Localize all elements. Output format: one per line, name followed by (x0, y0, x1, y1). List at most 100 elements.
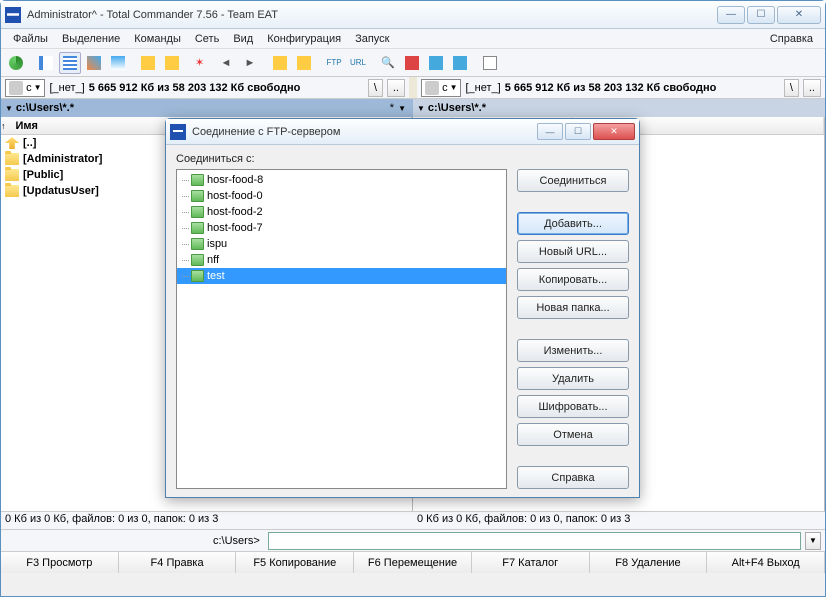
menu-commands[interactable]: Команды (128, 31, 187, 47)
left-drive-panel: c▼ [_нет_] 5 665 912 Кб из 58 203 132 Кб… (1, 77, 409, 98)
right-drive-select[interactable]: c▼ (421, 79, 461, 97)
server-icon (191, 174, 204, 186)
left-status: 0 Кб из 0 Кб, файлов: 0 из 0, папок: 0 и… (1, 512, 413, 529)
delete-button[interactable]: Удалить (517, 367, 629, 390)
view-full-icon[interactable] (59, 52, 81, 74)
toolbar: ✶ ◄ ► FTP URL 🔍 (1, 49, 825, 77)
ftp-item[interactable]: host-food-7 (177, 220, 506, 236)
drive-row: c▼ [_нет_] 5 665 912 Кб из 58 203 132 Кб… (1, 77, 825, 99)
notepad-icon[interactable] (479, 52, 501, 74)
view-thumb-icon[interactable] (83, 52, 105, 74)
left-up-button[interactable]: .. (387, 79, 405, 97)
folder-icon (5, 185, 19, 197)
dialog-max-button[interactable]: ☐ (565, 123, 591, 140)
connect-button[interactable]: Соединиться (517, 169, 629, 192)
menu-files[interactable]: Файлы (7, 31, 54, 47)
right-root-button[interactable]: \ (784, 79, 799, 97)
server-icon (191, 190, 204, 202)
right-path[interactable]: ▼c:\Users\*.* (413, 99, 825, 117)
dialog-min-button[interactable]: — (537, 123, 563, 140)
ftp-dialog: Соединение с FTP-сервером — ☐ ✕ Соединит… (165, 118, 640, 498)
server-icon (191, 238, 204, 250)
right-status: 0 Кб из 0 Кб, файлов: 0 из 0, папок: 0 и… (413, 512, 825, 529)
command-line: c:\Users> ▼ (1, 529, 825, 551)
swap-icon[interactable] (137, 52, 159, 74)
f5-button[interactable]: F5 Копирование (236, 552, 354, 573)
cmd-input[interactable] (268, 532, 801, 550)
left-drive-label: [_нет_] (49, 82, 84, 94)
equal-icon[interactable] (161, 52, 183, 74)
ftp-item[interactable]: host-food-2 (177, 204, 506, 220)
ftp-item-selected[interactable]: test (177, 268, 506, 284)
sync-icon[interactable] (425, 52, 447, 74)
cmd-prompt: c:\Users> (209, 535, 264, 547)
search-icon[interactable]: 🔍 (377, 52, 399, 74)
cancel-button[interactable]: Отмена (517, 423, 629, 446)
refresh-icon[interactable] (5, 52, 27, 74)
tree-icon[interactable] (107, 52, 129, 74)
right-drive-panel: c▼ [_нет_] 5 665 912 Кб из 58 203 132 Кб… (417, 77, 825, 98)
minimize-button[interactable]: — (717, 6, 745, 24)
encrypt-button[interactable]: Шифровать... (517, 395, 629, 418)
f6-button[interactable]: F6 Перемещение (354, 552, 472, 573)
dialog-close-button[interactable]: ✕ (593, 123, 635, 140)
titlebar[interactable]: Administrator^ - Total Commander 7.56 - … (1, 1, 825, 29)
ftp-connection-list[interactable]: hosr-food-8 host-food-0 host-food-2 host… (176, 169, 507, 489)
help-button[interactable]: Справка (517, 466, 629, 489)
f3-button[interactable]: F3 Просмотр (1, 552, 119, 573)
menu-net[interactable]: Сеть (189, 31, 225, 47)
folder-icon (5, 153, 19, 165)
dialog-title: Соединение с FTP-сервером (192, 126, 537, 138)
ftp-item[interactable]: host-food-0 (177, 188, 506, 204)
menu-config[interactable]: Конфигурация (261, 31, 347, 47)
view-brief-icon[interactable] (35, 52, 57, 74)
menu-view[interactable]: Вид (227, 31, 259, 47)
url-icon[interactable]: URL (347, 52, 369, 74)
left-drive-select[interactable]: c▼ (5, 79, 45, 97)
path-row: ▼c:\Users\*.**▼ ▼c:\Users\*.* (1, 99, 825, 117)
ftp-item[interactable]: ispu (177, 236, 506, 252)
up-icon (5, 137, 19, 149)
right-up-button[interactable]: .. (803, 79, 821, 97)
unpack-icon[interactable] (293, 52, 315, 74)
copy-names-icon[interactable] (449, 52, 471, 74)
copy-button[interactable]: Копировать... (517, 268, 629, 291)
newurl-button[interactable]: Новый URL... (517, 240, 629, 263)
dialog-button-column: Соединиться Добавить... Новый URL... Коп… (517, 169, 629, 489)
dialog-titlebar[interactable]: Соединение с FTP-сервером — ☐ ✕ (166, 119, 639, 145)
server-icon (191, 270, 204, 282)
back-icon[interactable]: ◄ (215, 52, 237, 74)
menu-help[interactable]: Справка (764, 31, 819, 47)
star-icon[interactable]: ✶ (191, 52, 213, 74)
f8-button[interactable]: F8 Удаление (590, 552, 708, 573)
right-drive-space: 5 665 912 Кб из 58 203 132 Кб свободно (505, 82, 717, 94)
fkey-row: F3 Просмотр F4 Правка F5 Копирование F6 … (1, 551, 825, 573)
dialog-label: Соединиться с: (176, 153, 629, 165)
app-icon (5, 7, 21, 23)
cmd-history-button[interactable]: ▼ (805, 532, 821, 550)
f4-button[interactable]: F4 Правка (119, 552, 237, 573)
right-drive-label: [_нет_] (465, 82, 500, 94)
pack-icon[interactable] (269, 52, 291, 74)
maximize-button[interactable]: ☐ (747, 6, 775, 24)
menu-run[interactable]: Запуск (349, 31, 395, 47)
altf4-button[interactable]: Alt+F4 Выход (707, 552, 825, 573)
menu-selection[interactable]: Выделение (56, 31, 126, 47)
left-root-button[interactable]: \ (368, 79, 383, 97)
newfolder-button[interactable]: Новая папка... (517, 296, 629, 319)
server-icon (191, 206, 204, 218)
edit-button[interactable]: Изменить... (517, 339, 629, 362)
close-button[interactable]: ✕ (777, 6, 821, 24)
ftp-item[interactable]: nff (177, 252, 506, 268)
menubar: Файлы Выделение Команды Сеть Вид Конфигу… (1, 29, 825, 49)
forward-icon[interactable]: ► (239, 52, 261, 74)
sort-arrow-icon: ↑ (1, 121, 6, 131)
ftp-item[interactable]: hosr-food-8 (177, 172, 506, 188)
status-row: 0 Кб из 0 Кб, файлов: 0 из 0, папок: 0 и… (1, 511, 825, 529)
left-drive-space: 5 665 912 Кб из 58 203 132 Кб свободно (89, 82, 301, 94)
f7-button[interactable]: F7 Каталог (472, 552, 590, 573)
multirename-icon[interactable] (401, 52, 423, 74)
add-button[interactable]: Добавить... (517, 212, 629, 235)
left-path[interactable]: ▼c:\Users\*.**▼ (1, 99, 413, 117)
ftp-icon[interactable]: FTP (323, 52, 345, 74)
